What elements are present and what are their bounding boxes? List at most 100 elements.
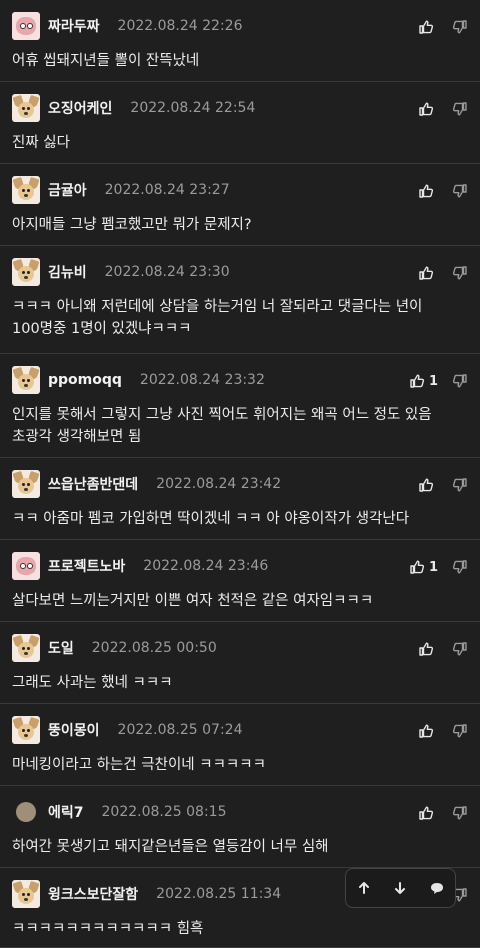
username[interactable]: ppomoqq — [48, 372, 122, 388]
comment-header: 에릭7 2022.08.25 08:15 — [12, 798, 226, 826]
write-comment-button[interactable] — [430, 881, 444, 895]
thumbs-down-icon — [452, 806, 467, 820]
thumbs-up-icon — [419, 478, 434, 492]
avatar[interactable] — [12, 634, 40, 662]
avatar[interactable] — [12, 716, 40, 744]
thumbs-up-icon — [419, 184, 434, 198]
username[interactable]: 오징어케인 — [48, 98, 112, 118]
avatar[interactable] — [12, 366, 40, 394]
like-button[interactable]: 1 — [409, 559, 438, 575]
thumbs-down-icon — [452, 102, 467, 116]
arrow-down-icon — [395, 882, 406, 894]
vote-controls — [418, 263, 468, 283]
dislike-button[interactable] — [452, 477, 468, 493]
like-button[interactable] — [418, 265, 438, 281]
dislike-button[interactable] — [452, 723, 468, 739]
comment-item: 도일 2022.08.25 00:50 그래도 사과는 했네 ㅋㅋㅋ — [0, 622, 480, 704]
username[interactable]: 뚱이몽이 — [48, 720, 100, 740]
comment-header: 금귤아 2022.08.24 23:27 — [12, 176, 230, 204]
username[interactable]: 짜라두짜 — [48, 16, 100, 36]
like-button[interactable] — [418, 641, 438, 657]
username[interactable]: 김뉴비 — [48, 262, 87, 282]
comment-header: 뚱이몽이 2022.08.25 07:24 — [12, 716, 243, 744]
comment-header: 김뉴비 2022.08.24 23:30 — [12, 258, 230, 286]
username[interactable]: 프로젝트노바 — [48, 556, 125, 576]
comment-text: 인지를 못해서 그렇지 그냥 사진 찍어도 휘어지는 왜곡 어느 정도 있음 초… — [12, 407, 432, 445]
like-button[interactable] — [418, 477, 438, 493]
thumbs-up-icon — [410, 560, 425, 574]
thumbs-down-icon — [452, 184, 467, 198]
comment-header: 쓰읍난좀반댄데 2022.08.24 23:42 — [12, 470, 281, 498]
vote-controls: 1 — [409, 557, 468, 577]
vote-controls — [418, 17, 468, 37]
timestamp: 2022.08.24 22:54 — [130, 100, 256, 116]
dislike-button[interactable] — [452, 559, 468, 575]
timestamp: 2022.08.24 23:27 — [104, 182, 230, 198]
dislike-button[interactable] — [452, 101, 468, 117]
comment-text: ㅋㅋㅋ 아니왜 저런데에 상담을 하는거임 너 잘되라고 댓글다는 년이 100… — [12, 299, 423, 337]
comment-item: 김뉴비 2022.08.24 23:30 ㅋㅋㅋ 아니왜 저런데에 상담을 하는거임… — [0, 246, 480, 354]
comment-item: 에릭7 2022.08.25 08:15 하여간 못생기고 돼지같은년들은 열등감이… — [0, 786, 480, 868]
dislike-button[interactable] — [452, 373, 468, 389]
thumbs-up-icon — [419, 102, 434, 116]
floating-toolbar — [345, 868, 456, 908]
comment-header: ppomoqq 2022.08.24 23:32 — [12, 366, 265, 394]
like-button[interactable] — [418, 805, 438, 821]
comment-text: ㅋㅋㅋㅋㅋㅋㅋㅋㅋㅋㅋㅋ 힘흑 — [12, 921, 204, 937]
like-button[interactable] — [418, 183, 438, 199]
comment-item: 오징어케인 2022.08.24 22:54 진짜 싫다 — [0, 82, 480, 164]
avatar[interactable] — [16, 802, 36, 822]
avatar[interactable] — [12, 552, 40, 580]
like-button[interactable] — [418, 101, 438, 117]
comment-text: 하여간 못생기고 돼지같은년들은 열등감이 너무 심해 — [12, 839, 329, 855]
vote-controls — [418, 639, 468, 659]
scroll-down-button[interactable] — [393, 881, 407, 895]
thumbs-down-icon — [452, 20, 467, 34]
thumbs-up-icon — [419, 806, 434, 820]
avatar[interactable] — [12, 470, 40, 498]
username[interactable]: 금귤아 — [48, 180, 87, 200]
avatar[interactable] — [12, 258, 40, 286]
comment-header: 윙크스보단잘함 2022.08.25 11:34 — [12, 880, 281, 908]
dislike-button[interactable] — [452, 641, 468, 657]
timestamp: 2022.08.24 22:26 — [117, 18, 243, 34]
avatar[interactable] — [12, 94, 40, 122]
comment-item: 프로젝트노바 2022.08.24 23:46 1 살다보면 느끼는거지만 이쁜 여자… — [0, 540, 480, 622]
timestamp: 2022.08.25 08:15 — [101, 804, 227, 820]
vote-controls — [418, 99, 468, 119]
dislike-button[interactable] — [452, 183, 468, 199]
username[interactable]: 윙크스보단잘함 — [48, 884, 138, 904]
thumbs-down-icon — [452, 724, 467, 738]
dislike-button[interactable] — [452, 805, 468, 821]
vote-controls: 1 — [409, 371, 468, 391]
dislike-button[interactable] — [452, 265, 468, 281]
thumbs-up-icon — [419, 642, 434, 656]
timestamp: 2022.08.24 23:42 — [156, 476, 282, 492]
username[interactable]: 도일 — [48, 638, 74, 658]
comment-text: 그래도 사과는 했네 ㅋㅋㅋ — [12, 675, 173, 691]
timestamp: 2022.08.25 00:50 — [91, 640, 217, 656]
comment-text: 어휴 씹돼지년들 뽈이 잔뜩났네 — [12, 53, 200, 69]
thumbs-down-icon — [452, 478, 467, 492]
vote-controls — [418, 721, 468, 741]
like-count: 1 — [428, 559, 438, 575]
thumbs-up-icon — [419, 20, 434, 34]
like-button[interactable] — [418, 723, 438, 739]
arrow-up-icon — [359, 882, 370, 894]
comment-item: 뚱이몽이 2022.08.25 07:24 마네킹이라고 하는건 극찬이네 ㅋㅋㅋㅋ… — [0, 704, 480, 786]
avatar[interactable] — [12, 880, 40, 908]
dislike-button[interactable] — [452, 19, 468, 35]
thumbs-up-icon — [419, 266, 434, 280]
scroll-up-button[interactable] — [357, 881, 371, 895]
like-button[interactable]: 1 — [409, 373, 438, 389]
comment-header: 짜라두짜 2022.08.24 22:26 — [12, 12, 243, 40]
username[interactable]: 에릭7 — [48, 802, 84, 822]
avatar[interactable] — [12, 12, 40, 40]
comment-item: ppomoqq 2022.08.24 23:32 1 인지를 못해서 그렇지 그냥 사… — [0, 354, 480, 458]
like-button[interactable] — [418, 19, 438, 35]
avatar[interactable] — [12, 176, 40, 204]
username[interactable]: 쓰읍난좀반댄데 — [48, 474, 138, 494]
vote-controls — [418, 803, 468, 823]
comment-item: 쓰읍난좀반댄데 2022.08.24 23:42 ㅋㅋ 아줌마 펨코 가입하면 딱이… — [0, 458, 480, 540]
comment-item: 금귤아 2022.08.24 23:27 아지매들 그냥 펨코했고만 뭐가 문제지? — [0, 164, 480, 246]
